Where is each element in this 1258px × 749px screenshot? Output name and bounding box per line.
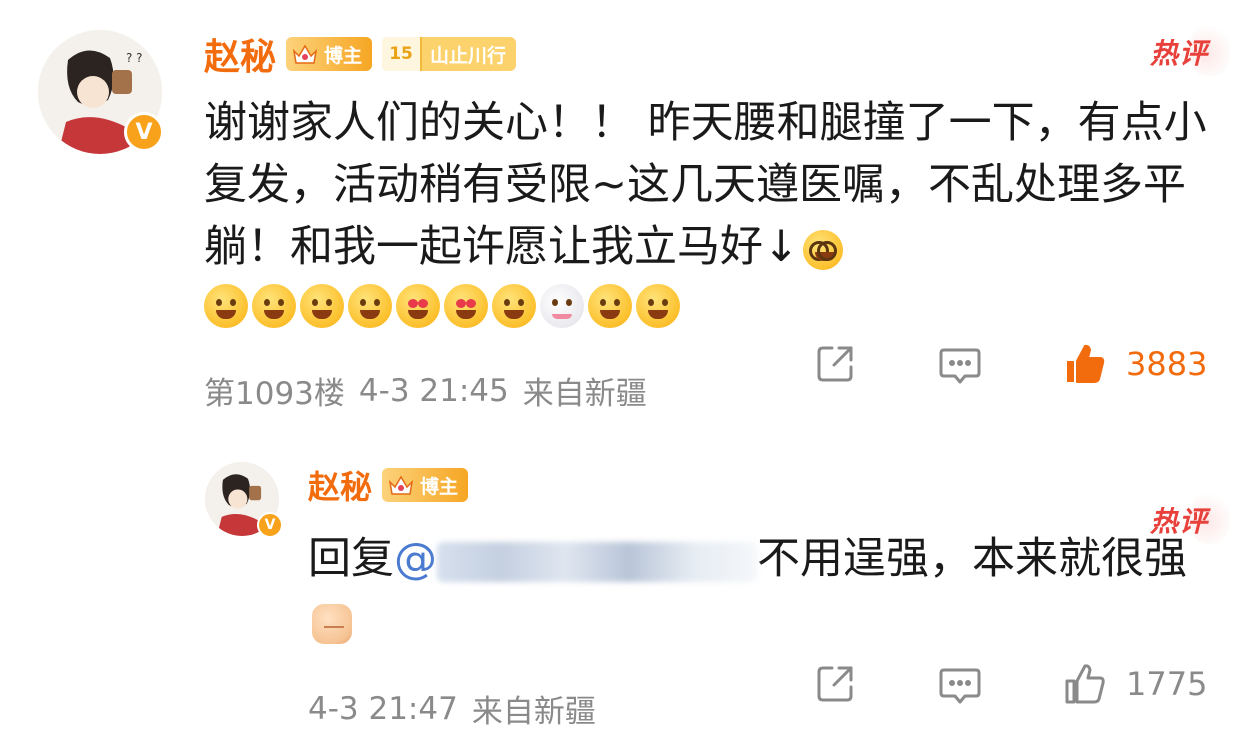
pray-icon (492, 284, 536, 328)
emoji-row (204, 284, 680, 328)
blogger-badge-label: 博主 (324, 44, 363, 67)
heart-eyes-icon (396, 284, 440, 328)
reply-button[interactable] (936, 340, 984, 388)
grin-icon (300, 284, 344, 328)
comment-meta: 第1093楼 4-3 21:45 来自新疆 (204, 368, 647, 413)
like-count: 3883 (1126, 345, 1208, 383)
fan-level-badge[interactable]: 15 山止川行 (382, 37, 517, 71)
nerd-face-icon (803, 229, 844, 270)
verified-badge-icon: V (124, 112, 164, 152)
username[interactable]: 赵秘 (204, 28, 276, 80)
fan-level-number: 15 (382, 37, 423, 71)
fan-level-title: 山止川行 (430, 44, 507, 67)
smirk-icon (636, 284, 680, 328)
comment-time: 4-3 21:45 (358, 372, 509, 409)
reply-prefix: 回复 (308, 534, 394, 584)
comment-icon (939, 348, 981, 384)
mention-link[interactable]: @ (394, 534, 437, 584)
comment-location: 来自新疆 (522, 376, 647, 412)
pray-icon (204, 284, 248, 328)
floor-number: 第1093楼 (204, 376, 345, 412)
share-button[interactable] (812, 661, 858, 707)
kiss-icon (444, 284, 488, 328)
thumbs-up-icon (1067, 344, 1105, 383)
comment-text: 谢谢家人们的关心！！ 昨天腰和腿撞了一下，有点小复发，活动稍有受限~这几天遵医嘱… (204, 92, 1224, 278)
blogger-badge-label: 博主 (420, 475, 459, 498)
crown-icon (286, 37, 324, 71)
comment-meta: 4-3 21:47 来自新疆 (308, 686, 596, 731)
pray-icon (252, 284, 296, 328)
svg-text:? ?: ? ? (126, 51, 143, 65)
user-info-row: 赵秘 博主 (308, 462, 469, 508)
username[interactable]: 赵秘 (308, 462, 372, 508)
comment-icon (939, 668, 981, 704)
verified-badge-icon: V (257, 512, 283, 538)
smug-icon (588, 284, 632, 328)
comment-body: 谢谢家人们的关心！！ 昨天腰和腿撞了一下，有点小复发，活动稍有受限~这几天遵医嘱… (204, 98, 1207, 272)
cat-icon (540, 284, 584, 328)
share-icon (817, 666, 853, 702)
share-button[interactable] (812, 341, 858, 387)
comment-item: ? ? V 赵秘 博主 15 山止川行 热评 谢谢家人们的关心！！ 昨天腰和腿撞… (0, 0, 1258, 440)
like-count: 1775 (1126, 665, 1208, 703)
hot-comment-label: 热评 (1150, 20, 1231, 76)
comment-time: 4-3 21:47 (308, 690, 458, 727)
reply-body: 不用逞强，本来就很强 (757, 534, 1187, 584)
thumbs-up-icon (1065, 664, 1105, 704)
avatar[interactable]: V (205, 462, 283, 538)
share-icon (817, 346, 853, 382)
user-info-row: 赵秘 博主 15 山止川行 (204, 28, 517, 80)
fist-icon (312, 603, 352, 644)
reply-button[interactable] (936, 660, 984, 708)
avatar[interactable]: ? ? V (38, 30, 164, 154)
laugh-icon (348, 284, 392, 328)
like-button[interactable]: 1775 (1062, 661, 1207, 707)
crown-icon (382, 468, 420, 502)
blogger-badge: 博主 (286, 37, 373, 71)
comment-location: 来自新疆 (471, 694, 596, 730)
blogger-badge: 博主 (382, 468, 469, 502)
reply-text: 回复@ 不用逞强，本来就很强 (308, 528, 1208, 652)
blurred-username (437, 541, 757, 582)
reply-item: V 赵秘 博主 热评 回复@不用逞强，本来就很强 4-3 21:47 来自新疆 (0, 440, 1258, 749)
like-button[interactable]: 3883 (1062, 341, 1207, 387)
